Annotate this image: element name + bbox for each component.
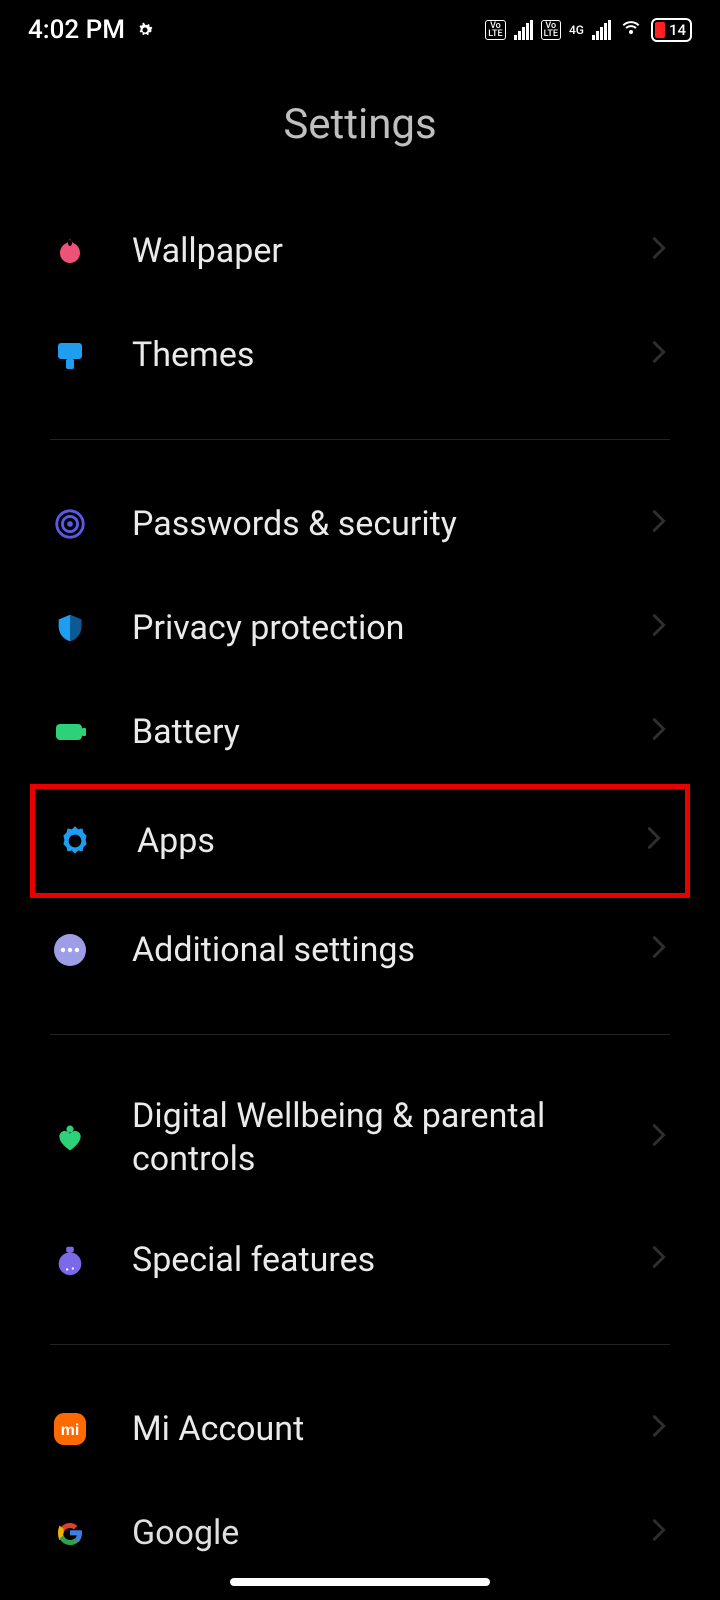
wellbeing-icon	[50, 1118, 90, 1158]
mi-icon: mi	[50, 1409, 90, 1449]
chevron-right-icon	[647, 826, 665, 856]
row-label: Apps	[137, 820, 647, 863]
apps-gear-icon	[55, 821, 95, 861]
status-time: 4:02 PM	[28, 15, 125, 45]
chevron-right-icon	[652, 717, 670, 747]
row-apps[interactable]: Apps	[35, 789, 685, 893]
row-label: Passwords & security	[132, 503, 652, 546]
google-icon	[50, 1513, 90, 1553]
chevron-right-icon	[652, 236, 670, 266]
battery-level: 14	[669, 21, 686, 39]
chevron-right-icon	[652, 1414, 670, 1444]
row-themes[interactable]: Themes	[0, 303, 720, 407]
divider	[50, 439, 670, 440]
row-label: Digital Wellbeing & parental controls	[132, 1095, 652, 1180]
row-passwords-security[interactable]: Passwords & security	[0, 472, 720, 576]
row-label: Mi Account	[132, 1408, 652, 1451]
fingerprint-icon	[50, 504, 90, 544]
chevron-right-icon	[652, 1245, 670, 1275]
more-icon	[50, 930, 90, 970]
row-label: Themes	[132, 334, 652, 377]
battery-icon: 14	[651, 18, 692, 42]
battery-icon	[50, 712, 90, 752]
row-privacy-protection[interactable]: Privacy protection	[0, 576, 720, 680]
chevron-right-icon	[652, 340, 670, 370]
chevron-right-icon	[652, 613, 670, 643]
wifi-icon	[619, 15, 643, 46]
shield-icon	[50, 608, 90, 648]
row-digital-wellbeing[interactable]: Digital Wellbeing & parental controls	[0, 1067, 720, 1208]
row-mi-account[interactable]: mi Mi Account	[0, 1377, 720, 1481]
svg-text:mi: mi	[61, 1422, 80, 1439]
page-title: Settings	[0, 100, 720, 149]
highlight-apps: Apps	[30, 784, 690, 898]
row-label: Google	[132, 1512, 652, 1555]
settings-list: Wallpaper Themes Passwords & security Pr…	[0, 199, 720, 1585]
settings-indicator-icon	[135, 20, 155, 40]
row-wallpaper[interactable]: Wallpaper	[0, 199, 720, 303]
row-label: Battery	[132, 711, 652, 754]
divider	[50, 1344, 670, 1345]
row-label: Wallpaper	[132, 230, 652, 273]
volte-icon-2: VoLTE	[541, 20, 561, 40]
chevron-right-icon	[652, 935, 670, 965]
signal-bars-icon-1	[514, 20, 533, 40]
signal-bars-icon-2	[592, 20, 611, 40]
status-bar: 4:02 PM VoLTE VoLTE 4G 14	[0, 0, 720, 60]
row-additional-settings[interactable]: Additional settings	[0, 898, 720, 1002]
status-right: VoLTE VoLTE 4G 14	[485, 15, 692, 46]
volte-icon-1: VoLTE	[485, 20, 505, 40]
row-special-features[interactable]: Special features	[0, 1208, 720, 1312]
row-label: Additional settings	[132, 929, 652, 972]
chevron-right-icon	[652, 1123, 670, 1153]
row-label: Special features	[132, 1239, 652, 1282]
potion-icon	[50, 1240, 90, 1280]
themes-icon	[50, 335, 90, 375]
wallpaper-icon	[50, 231, 90, 271]
row-google[interactable]: Google	[0, 1481, 720, 1585]
chevron-right-icon	[652, 509, 670, 539]
divider	[50, 1034, 670, 1035]
home-indicator[interactable]	[230, 1578, 490, 1586]
row-battery[interactable]: Battery	[0, 680, 720, 784]
row-label: Privacy protection	[132, 607, 652, 650]
network-type-label: 4G	[569, 25, 584, 35]
status-left: 4:02 PM	[28, 15, 155, 45]
chevron-right-icon	[652, 1518, 670, 1548]
